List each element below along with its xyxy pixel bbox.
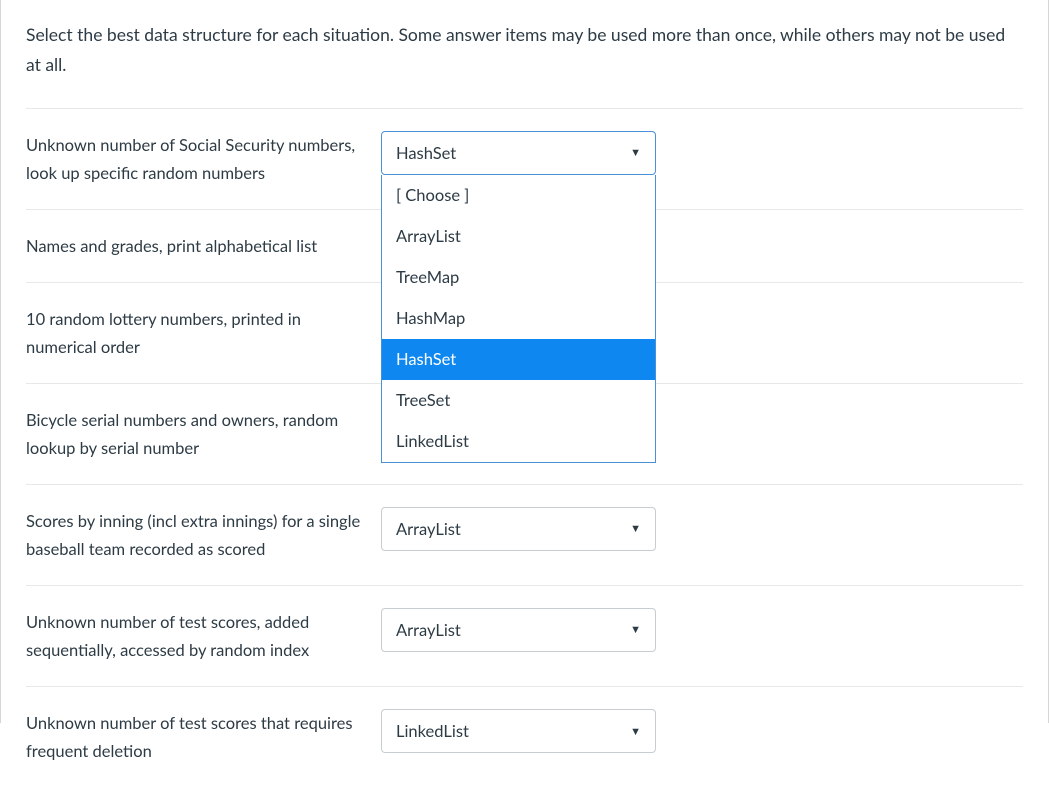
answer-select[interactable]: LinkedList ▼ xyxy=(381,709,656,753)
option-arraylist[interactable]: ArrayList xyxy=(382,216,655,257)
question-frame: Select the best data structure for each … xyxy=(0,0,1049,723)
question-prompt: Unknown number of test scores, added seq… xyxy=(26,608,381,664)
question-row: Unknown number of test scores, added seq… xyxy=(26,585,1023,686)
chevron-down-icon: ▼ xyxy=(630,522,641,535)
option-hashset[interactable]: HashSet xyxy=(382,339,655,380)
answer-column: LinkedList ▼ xyxy=(381,709,656,753)
option-linkedlist[interactable]: LinkedList xyxy=(382,421,655,462)
chevron-down-icon: ▼ xyxy=(630,623,641,636)
option-treemap[interactable]: TreeMap xyxy=(382,257,655,298)
question-prompt: 10 random lottery numbers, printed in nu… xyxy=(26,305,381,361)
answer-select[interactable]: HashSet ▼ xyxy=(381,131,656,175)
question-row: Unknown number of Social Security number… xyxy=(26,108,1023,209)
question-prompt: Unknown number of Social Security number… xyxy=(26,131,381,187)
answer-column: ArrayList ▼ xyxy=(381,507,656,551)
selected-value: LinkedList xyxy=(396,721,469,741)
answer-select[interactable]: ArrayList ▼ xyxy=(381,507,656,551)
instructions-text: Select the best data structure for each … xyxy=(26,0,1023,108)
question-prompt: Names and grades, print alphabetical lis… xyxy=(26,232,381,260)
question-row: Scores by inning (incl extra innings) fo… xyxy=(26,484,1023,585)
selected-value: ArrayList xyxy=(396,519,461,539)
answer-column: HashSet ▼ [ Choose ] ArrayList TreeMap H… xyxy=(381,131,656,175)
dropdown-panel: [ Choose ] ArrayList TreeMap HashMap Has… xyxy=(381,175,656,463)
answer-select[interactable]: ArrayList ▼ xyxy=(381,608,656,652)
option-choose[interactable]: [ Choose ] xyxy=(382,175,655,216)
option-hashmap[interactable]: HashMap xyxy=(382,298,655,339)
option-treeset[interactable]: TreeSet xyxy=(382,380,655,421)
question-row: Unknown number of test scores that requi… xyxy=(26,686,1023,787)
answer-column: ArrayList ▼ xyxy=(381,608,656,652)
question-prompt: Unknown number of test scores that requi… xyxy=(26,709,381,765)
selected-value: ArrayList xyxy=(396,620,461,640)
question-prompt: Bicycle serial numbers and owners, rando… xyxy=(26,406,381,462)
selected-value: HashSet xyxy=(396,143,456,163)
chevron-down-icon: ▼ xyxy=(630,725,641,738)
question-prompt: Scores by inning (incl extra innings) fo… xyxy=(26,507,381,563)
chevron-down-icon: ▼ xyxy=(630,146,641,159)
